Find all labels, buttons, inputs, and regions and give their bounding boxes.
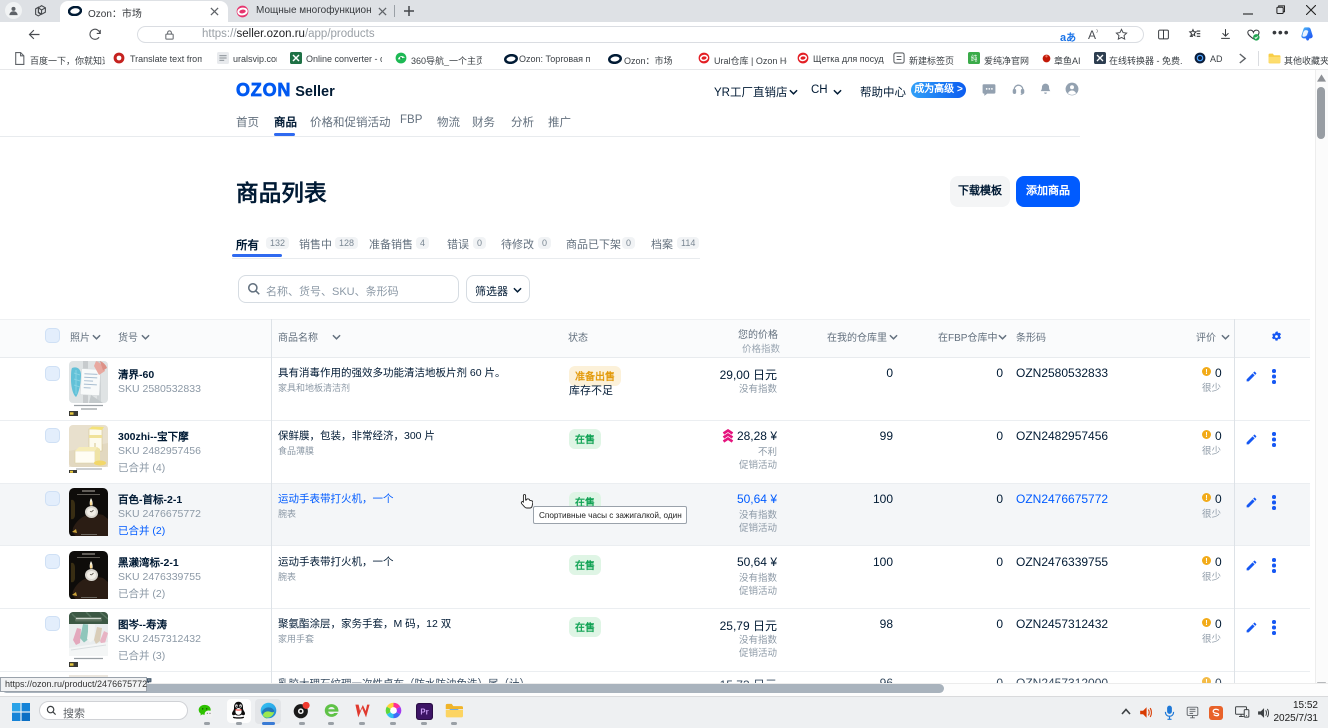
svg-text:Pr: Pr [420,708,428,717]
